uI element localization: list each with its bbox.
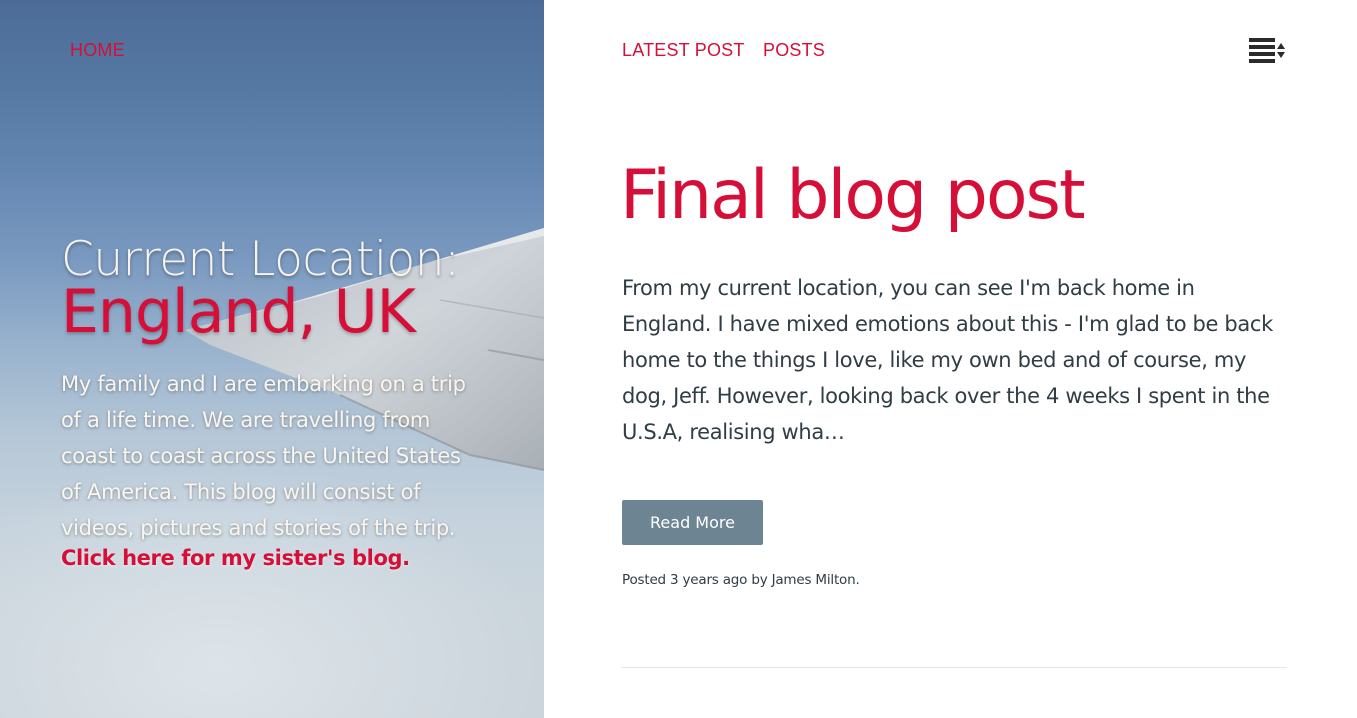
intro-line: videos, pictures and stories of the trip… — [61, 516, 456, 540]
intro-line: coast to coast across the United States — [61, 444, 461, 468]
list-sort-icon[interactable] — [1249, 37, 1287, 65]
airplane-wing-image — [185, 228, 544, 471]
nav-posts[interactable]: POSTS — [763, 40, 825, 61]
excerpt-line: dog, Jeff. However, looking back over th… — [622, 384, 1270, 408]
hero-panel: HOME Current Location: England, UK My fa… — [0, 0, 544, 718]
current-location-value: England, UK — [61, 277, 416, 347]
excerpt-line: home to the things I love, like my own b… — [622, 348, 1247, 372]
excerpt-line: U.S.A, realising wha… — [622, 420, 845, 444]
intro-line: My family and I are embarking on a trip — [61, 372, 466, 396]
intro-line: of America. This blog will consist of — [61, 480, 421, 504]
sister-blog-link[interactable]: Click here for my sister's blog. — [61, 546, 410, 570]
nav-home[interactable]: HOME — [70, 40, 125, 61]
read-more-button[interactable]: Read More — [622, 500, 763, 545]
excerpt-line: England. I have mixed emotions about thi… — [622, 312, 1273, 336]
post-divider — [622, 667, 1287, 668]
post-title[interactable]: Final blog post — [620, 156, 1086, 235]
nav-latest-post[interactable]: LATEST POST — [622, 40, 745, 61]
intro-text: My family and I are embarking on a trip … — [61, 366, 481, 546]
post-excerpt: From my current location, you can see I'… — [622, 270, 1302, 450]
post-meta: Posted 3 years ago by James Milton. — [622, 572, 860, 588]
intro-line: of a life time. We are travelling from — [61, 408, 431, 432]
excerpt-line: From my current location, you can see I'… — [622, 276, 1195, 300]
